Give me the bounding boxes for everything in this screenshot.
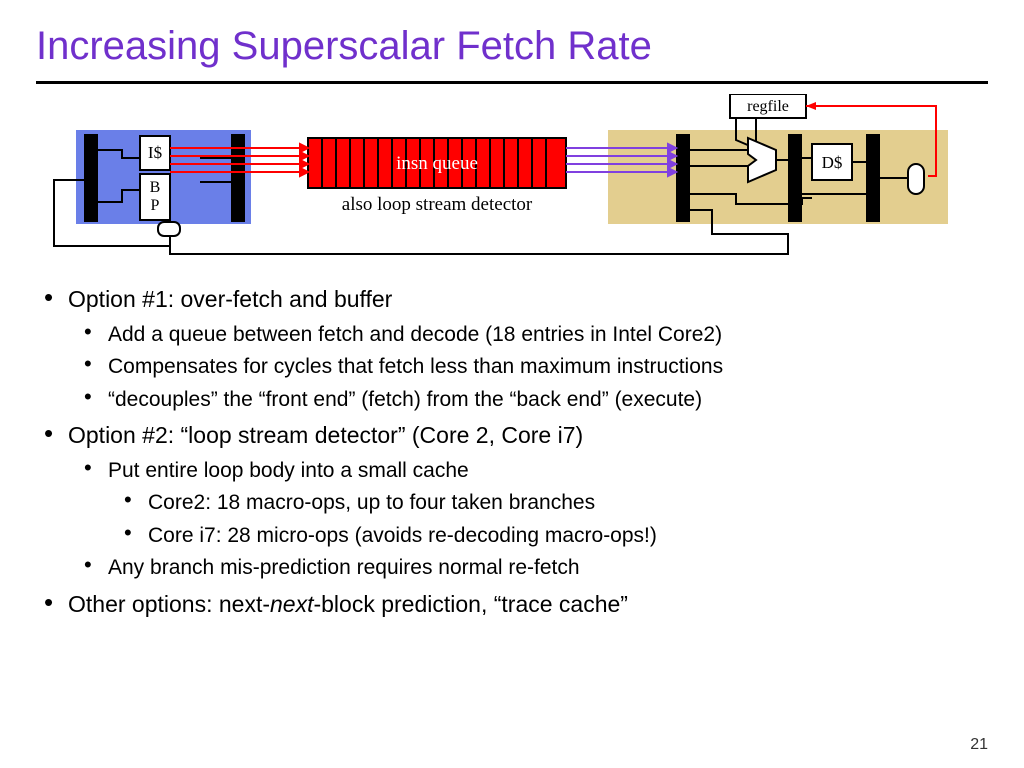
bullet-option1-b: Compensates for cycles that fetch less t… <box>40 353 988 381</box>
bullet-other-pre: Other options: next- <box>68 591 270 617</box>
slide-title: Increasing Superscalar Fetch Rate <box>36 24 988 69</box>
bullet-option2-a: Put entire loop body into a small cache <box>40 457 988 485</box>
bullet-list: Option #1: over-fetch and buffer Add a q… <box>40 284 988 620</box>
icache-label: I$ <box>148 143 162 162</box>
arrowhead-writeback <box>806 102 816 110</box>
latch-pc <box>84 134 98 222</box>
bullet-option1: Option #1: over-fetch and buffer <box>40 284 988 315</box>
bp-label-2: P <box>151 197 160 214</box>
insn-queue-label: insn queue <box>396 153 478 174</box>
bullet-other: Other options: next-next-block predictio… <box>40 589 988 620</box>
bullet-other-ital: next <box>270 591 313 617</box>
bp-label-1: B <box>150 179 161 196</box>
bullet-option1-c: “decouples” the “front end” (fetch) from… <box>40 386 988 414</box>
bullet-option1-a: Add a queue between fetch and decode (18… <box>40 321 988 349</box>
regfile-label: regfile <box>747 98 789 115</box>
latch-issue <box>676 134 690 222</box>
bullet-option2: Option #2: “loop stream detector” (Core … <box>40 420 988 451</box>
dcache-label: D$ <box>822 153 843 172</box>
insn-queue-subtitle: also loop stream detector <box>342 194 533 215</box>
bullet-other-post: -block prediction, “trace cache” <box>313 591 627 617</box>
slide: Increasing Superscalar Fetch Rate regfil… <box>0 0 1024 768</box>
bullet-option2-b: Any branch mis-prediction requires norma… <box>40 554 988 582</box>
bp-pill <box>158 222 180 236</box>
page-number: 21 <box>970 736 988 754</box>
wb-pill <box>908 164 924 194</box>
latch-mem <box>866 134 880 222</box>
bullet-option2-a1: Core2: 18 macro-ops, up to four taken br… <box>40 489 988 517</box>
latch-ex <box>788 134 802 222</box>
bullet-option2-a2: Core i7: 28 micro-ops (avoids re-decodin… <box>40 522 988 550</box>
pipeline-diagram: regfile I$ B P <box>36 94 996 266</box>
title-underline <box>36 81 988 84</box>
